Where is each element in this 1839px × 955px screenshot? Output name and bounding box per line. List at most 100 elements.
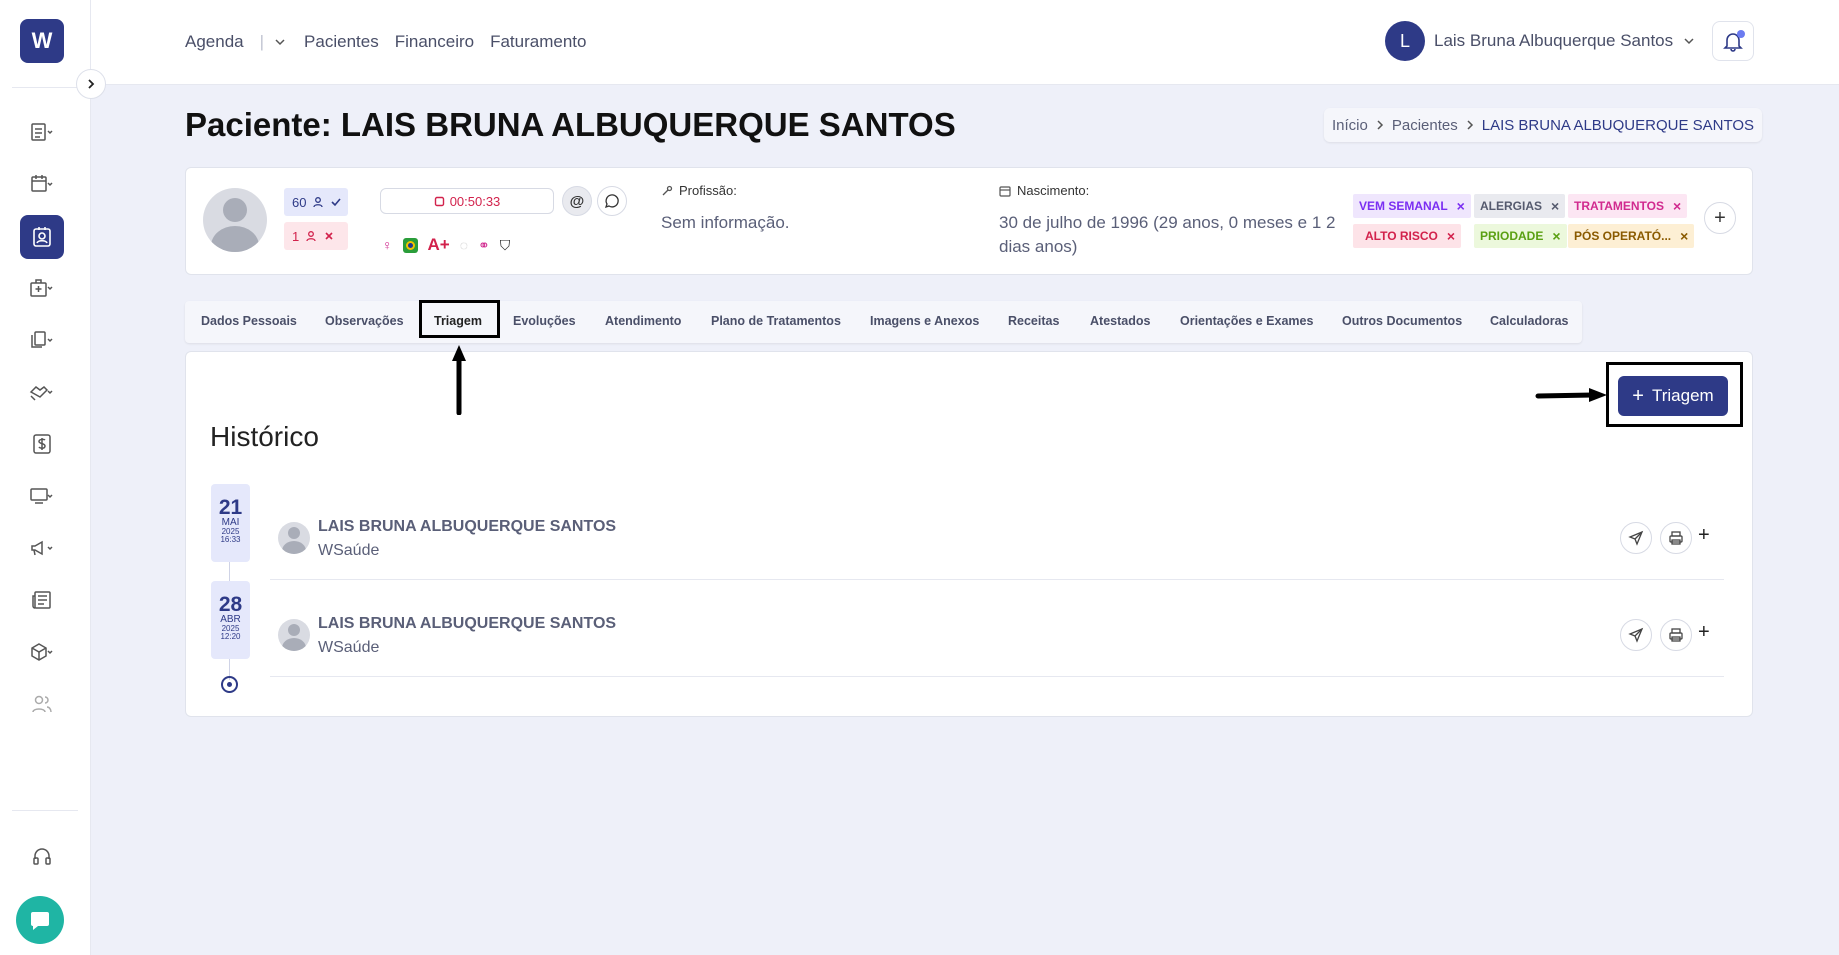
tag-pos-operatorio[interactable]: PÓS OPERATÓ... ×	[1568, 224, 1695, 248]
patient-indicators: ♀ A+ ◌ ⚭ ⛉	[382, 235, 510, 255]
tag-priodade[interactable]: PRIODADE ×	[1474, 224, 1567, 248]
chat-button[interactable]	[16, 896, 64, 944]
sidebar-item-clinic[interactable]	[20, 266, 64, 310]
user-menu[interactable]: L Lais Bruna Albuquerque Santos	[1385, 21, 1695, 61]
chevron-right-icon	[1467, 120, 1473, 130]
send-button[interactable]	[1620, 619, 1652, 651]
blood-type: A+	[427, 235, 450, 254]
sidebar-item-finance[interactable]	[20, 422, 64, 466]
wrench-icon	[662, 185, 673, 195]
x-icon	[325, 232, 333, 240]
patient-card: 60 1 00:50:33 @ ♀ A+ ◌ ⚭ ⛉ Profissão: Se…	[185, 167, 1753, 275]
tag-label: PÓS OPERATÓ...	[1574, 229, 1672, 243]
sidebar-item-users[interactable]	[20, 682, 64, 726]
remove-tag-icon[interactable]: ×	[1673, 198, 1681, 214]
chevron-down-icon	[1684, 38, 1694, 45]
printer-icon	[1669, 628, 1683, 642]
send-button[interactable]	[1620, 522, 1652, 554]
breadcrumb-patients[interactable]: Pacientes	[1392, 117, 1458, 134]
add-triagem-button[interactable]: + Triagem	[1618, 376, 1728, 416]
tab-orientacoes-exames[interactable]: Orientações e Exames	[1180, 314, 1313, 328]
tab-calculadoras[interactable]: Calculadoras	[1490, 314, 1569, 328]
chat-icon	[31, 912, 49, 930]
patient-tabs: Dados Pessoais Observações Triagem Evolu…	[185, 301, 1582, 343]
printer-icon	[1669, 531, 1683, 545]
notifications-button[interactable]	[1712, 21, 1754, 61]
sidebar-item-records[interactable]	[20, 110, 64, 154]
tag-alergias[interactable]: ALERGIAS ×	[1474, 194, 1566, 218]
tab-highlight-box	[419, 300, 500, 338]
profession-value: Sem informação.	[661, 213, 790, 232]
birth-value: 30 de julho de 1996 (29 anos, 0 meses e …	[999, 213, 1336, 256]
tag-vem-semanal[interactable]: VEM SEMANAL ×	[1353, 194, 1471, 218]
history-title: Histórico	[210, 421, 319, 452]
print-button[interactable]	[1660, 522, 1692, 554]
sidebar-collapse-button[interactable]	[76, 69, 106, 99]
remove-tag-icon[interactable]: ×	[1457, 198, 1465, 214]
sidebar-item-reports[interactable]	[20, 578, 64, 622]
sidebar-item-calendar[interactable]	[20, 162, 64, 206]
patient-avatar[interactable]	[203, 188, 267, 252]
nav-agenda[interactable]: Agenda	[185, 32, 244, 52]
fingerprint-icon: ◌	[459, 237, 469, 253]
remove-tag-icon[interactable]: ×	[1680, 228, 1688, 244]
app-logo[interactable]: W	[20, 19, 64, 63]
chevron-right-icon	[1377, 120, 1383, 130]
tag-tratamentos[interactable]: TRATAMENTOS ×	[1568, 194, 1688, 218]
notification-dot	[1737, 30, 1745, 38]
couple-icon: ⚭	[478, 236, 490, 253]
main-nav: Agenda | Pacientes Financeiro Faturament…	[185, 32, 602, 52]
tab-imagens-anexos[interactable]: Imagens e Anexos	[870, 314, 979, 328]
sidebar-item-marketing[interactable]	[20, 526, 64, 570]
email-button[interactable]: @	[562, 186, 592, 216]
support-button[interactable]	[20, 835, 64, 879]
brazil-flag-icon	[402, 237, 418, 253]
tab-evolucoes[interactable]: Evoluções	[513, 314, 576, 328]
tab-atestados[interactable]: Atestados	[1090, 314, 1150, 328]
tag-label: VEM SEMANAL	[1359, 199, 1448, 213]
add-tag-button[interactable]: +	[1704, 202, 1736, 234]
sidebar-item-patients[interactable]	[20, 215, 64, 259]
tab-dados-pessoais[interactable]: Dados Pessoais	[201, 314, 297, 328]
chevron-down-icon[interactable]	[274, 36, 286, 48]
sidebar-divider	[12, 810, 78, 811]
missed-count-badge[interactable]: 1	[284, 222, 348, 250]
shield-icon: ⛉	[499, 236, 511, 253]
sidebar-item-agreements[interactable]	[20, 370, 64, 414]
nav-financeiro[interactable]: Financeiro	[395, 32, 474, 52]
sidebar: W	[0, 0, 91, 955]
list-item[interactable]: LAIS BRUNA ALBUQUERQUE SANTOS WSaúde +	[270, 597, 1724, 677]
tab-observacoes[interactable]: Observações	[325, 314, 404, 328]
sidebar-item-screens[interactable]	[20, 474, 64, 518]
tab-atendimento[interactable]: Atendimento	[605, 314, 681, 328]
appointments-count-badge[interactable]: 60	[284, 188, 348, 216]
avatar	[278, 619, 310, 651]
print-button[interactable]	[1660, 619, 1692, 651]
sidebar-item-documents[interactable]	[20, 318, 64, 362]
tag-alto-risco[interactable]: ALTO RISCO ×	[1353, 224, 1462, 248]
sidebar-item-inventory[interactable]	[20, 630, 64, 674]
entry-name: LAIS BRUNA ALBUQUERQUE SANTOS	[318, 615, 617, 632]
tab-receitas[interactable]: Receitas	[1008, 314, 1059, 328]
tab-outros-documentos[interactable]: Outros Documentos	[1342, 314, 1462, 328]
date-day: 28	[218, 593, 243, 616]
tab-plano-tratamentos[interactable]: Plano de Tratamentos	[711, 314, 841, 328]
remove-tag-icon[interactable]: ×	[1447, 228, 1455, 244]
expand-plus-icon[interactable]: +	[1698, 524, 1710, 547]
list-item[interactable]: LAIS BRUNA ALBUQUERQUE SANTOS WSaúde +	[270, 500, 1724, 580]
send-icon	[1628, 627, 1644, 643]
patient-card-icon	[33, 227, 51, 247]
remove-tag-icon[interactable]: ×	[1551, 198, 1559, 214]
headset-icon	[33, 848, 51, 865]
expand-plus-icon[interactable]: +	[1698, 621, 1710, 644]
birth-label-wrap: Nascimento:	[999, 183, 1089, 198]
add-triagem-label: Triagem	[1651, 386, 1714, 405]
whatsapp-button[interactable]	[597, 186, 627, 216]
date-time: 16:33	[220, 535, 241, 544]
session-timer[interactable]: 00:50:33	[380, 188, 554, 214]
avatar: L	[1385, 21, 1425, 61]
breadcrumb-home[interactable]: Início	[1332, 117, 1368, 134]
remove-tag-icon[interactable]: ×	[1552, 228, 1560, 244]
nav-faturamento[interactable]: Faturamento	[490, 32, 586, 52]
nav-pacientes[interactable]: Pacientes	[304, 32, 379, 52]
